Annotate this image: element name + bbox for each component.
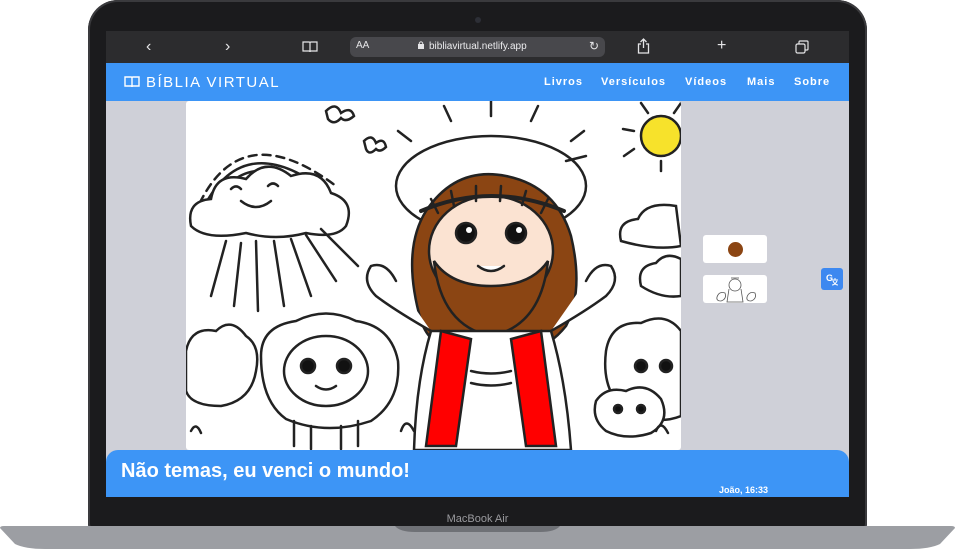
chevron-left-icon[interactable]: ‹ [146,37,151,57]
color-swatch-thumbnail[interactable] [703,235,767,263]
share-icon[interactable] [637,38,650,60]
reload-icon[interactable]: ↻ [589,39,599,53]
plus-icon[interactable]: + [717,36,726,56]
verse-reference: João, 16:33 [719,485,769,495]
open-book-icon [124,76,140,88]
tabs-icon[interactable] [795,40,809,60]
camera-icon [475,17,481,23]
translate-icon: G [826,273,839,286]
address-bar[interactable]: AA bibliavirtual.netlify.app ↻ [350,37,605,57]
daily-verse-banner: Não temas, eu venci o mundo! João, 16:33 [106,450,849,497]
laptop-base [0,526,955,549]
jesus-with-sheep-drawing [186,101,681,450]
text-size-button[interactable]: AA [356,40,369,51]
browser-screen: ‹ › AA bibliavirtual.netlify.app ↻ + BÍB… [106,31,849,497]
svg-text:G: G [826,273,833,283]
nav-link-videos[interactable]: Vídeos [685,76,727,88]
nav-link-sobre[interactable]: Sobre [794,76,830,88]
verse-text: Não temas, eu venci o mundo! [121,460,410,482]
nav-link-versiculos[interactable]: Versículos [601,76,666,88]
chevron-right-icon[interactable]: › [225,37,230,57]
lock-icon [418,41,424,49]
brown-color-dot [728,242,743,257]
device-label: MacBook Air [446,513,509,525]
site-navbar: BÍBLIA VIRTUAL Livros Versículos Vídeos … [106,63,849,101]
translate-button[interactable]: G [821,268,843,290]
nav-link-mais[interactable]: Mais [747,76,775,88]
coloring-illustration[interactable] [186,101,681,450]
mini-drawing-icon [716,277,756,303]
book-icon[interactable] [302,39,318,59]
brand-link[interactable]: BÍBLIA VIRTUAL [124,74,280,91]
nav-link-livros[interactable]: Livros [544,76,583,88]
url-text: bibliavirtual.netlify.app [429,41,527,52]
brand-title: BÍBLIA VIRTUAL [146,74,281,91]
browser-toolbar: ‹ › AA bibliavirtual.netlify.app ↻ + [106,31,849,63]
drawing-thumbnail[interactable] [703,275,767,303]
